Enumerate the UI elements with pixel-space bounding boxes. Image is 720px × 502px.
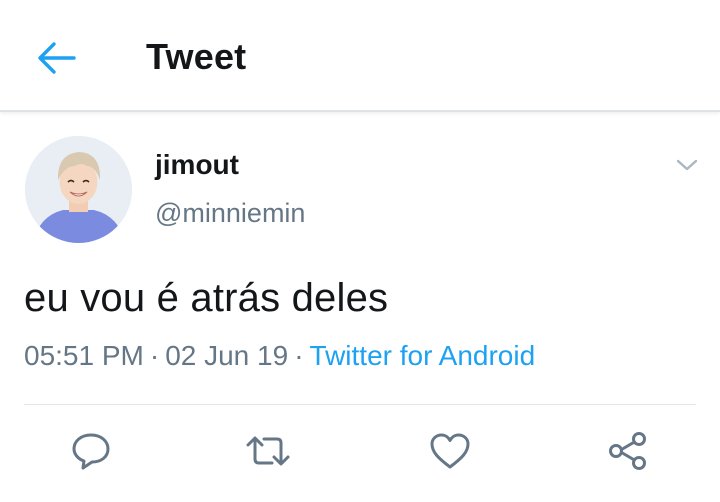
arrow-left-icon <box>38 42 76 74</box>
page-title: Tweet <box>146 36 247 77</box>
tweet-text: eu vou é atrás deles <box>24 276 389 320</box>
meta-separator: · <box>294 340 304 371</box>
avatar[interactable] <box>25 136 132 243</box>
author-handle[interactable]: @minniemin <box>155 198 305 229</box>
tweet-source-link[interactable]: Twitter for Android <box>310 340 536 371</box>
chevron-down-icon <box>676 159 698 171</box>
back-button[interactable] <box>34 38 78 78</box>
tweet-actions-bar <box>0 420 720 480</box>
divider <box>24 404 696 405</box>
share-icon <box>609 432 646 470</box>
tweet-time: 05:51 PM <box>24 340 144 371</box>
retweet-icon <box>246 436 290 466</box>
meta-separator: · <box>149 340 160 371</box>
share-button[interactable] <box>603 428 653 474</box>
tweet-meta: 05:51 PM · 02 Jun 19 · Twitter for Android <box>24 340 535 372</box>
tweet-date: 02 Jun 19 <box>165 340 289 371</box>
reply-button[interactable] <box>66 428 116 474</box>
author-display-name[interactable]: jimout <box>155 149 239 181</box>
like-button[interactable] <box>425 428 475 474</box>
tweet-menu-button[interactable] <box>672 152 702 178</box>
top-app-bar: Tweet <box>0 0 720 112</box>
avatar-photo <box>25 136 132 243</box>
heart-icon <box>430 433 470 469</box>
reply-icon <box>72 433 110 470</box>
retweet-button[interactable] <box>243 428 293 474</box>
